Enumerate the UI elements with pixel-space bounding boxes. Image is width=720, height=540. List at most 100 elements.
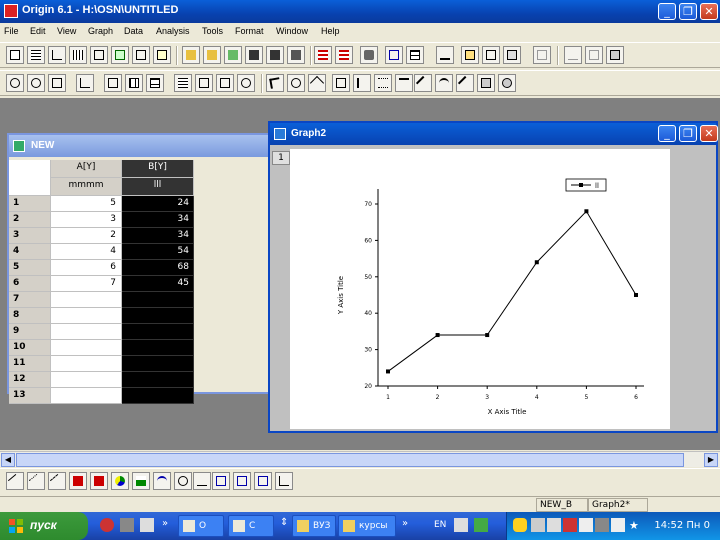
cell-b[interactable] bbox=[122, 308, 194, 324]
column-label-a[interactable]: mmmm bbox=[51, 178, 122, 196]
new-layout-button[interactable] bbox=[90, 46, 108, 64]
row-header[interactable]: 3 bbox=[9, 228, 51, 244]
scatter-plot-button[interactable] bbox=[27, 472, 45, 490]
row-header[interactable]: 12 bbox=[9, 372, 51, 388]
row-header[interactable]: 7 bbox=[9, 292, 51, 308]
cell-a[interactable]: 2 bbox=[51, 228, 122, 244]
minimize-button[interactable]: _ bbox=[658, 3, 676, 20]
new-graph-button[interactable] bbox=[48, 46, 66, 64]
graph-maximize-button[interactable]: ❐ bbox=[679, 125, 697, 142]
cell-b[interactable]: 45 bbox=[122, 276, 194, 292]
line-symbol-plot-button[interactable] bbox=[48, 472, 66, 490]
layer-1-tab[interactable]: 1 bbox=[272, 151, 290, 165]
text-tool-button[interactable] bbox=[395, 74, 413, 92]
graph-title-bar[interactable]: Graph2 _ ❐ ✕ bbox=[270, 123, 718, 145]
start-button[interactable]: пуск bbox=[0, 512, 88, 540]
scroll-thumb[interactable] bbox=[16, 453, 684, 467]
row-header[interactable]: 4 bbox=[9, 244, 51, 260]
graph-minimize-button[interactable]: _ bbox=[658, 125, 676, 142]
menu-tools[interactable]: Tools bbox=[202, 26, 223, 36]
tray-icon-2[interactable] bbox=[547, 518, 561, 532]
language-indicator[interactable]: EN bbox=[434, 520, 446, 530]
cell-b[interactable] bbox=[122, 324, 194, 340]
line-chart[interactable]: 1 2 3 4 5 6 20 30 40 50 60 70 X Axis Title Y Axis Tit… bbox=[290, 149, 670, 429]
export-button[interactable] bbox=[287, 46, 305, 64]
scroll-right-arrow[interactable]: ▶ bbox=[704, 453, 718, 467]
taskbar-item-vuz[interactable]: ВУЗ bbox=[292, 515, 336, 537]
menu-data[interactable]: Data bbox=[124, 26, 143, 36]
area-plot-button[interactable] bbox=[132, 472, 150, 490]
new-notes-button[interactable] bbox=[153, 46, 171, 64]
taskbar-item-origin[interactable]: O bbox=[178, 515, 224, 537]
cell-a[interactable]: 6 bbox=[51, 260, 122, 276]
import-ascii-button[interactable] bbox=[314, 46, 332, 64]
circle-tool-button[interactable] bbox=[498, 74, 516, 92]
draw-data-button[interactable] bbox=[374, 74, 392, 92]
open-excel-button[interactable] bbox=[224, 46, 242, 64]
worksheet-title-bar[interactable]: NEW bbox=[9, 135, 273, 157]
row-header[interactable]: 11 bbox=[9, 356, 51, 372]
cell-b[interactable]: 54 bbox=[122, 244, 194, 260]
layer-icons-button[interactable] bbox=[216, 74, 234, 92]
new-legend-button[interactable] bbox=[174, 74, 192, 92]
cell-b[interactable]: 34 bbox=[122, 212, 194, 228]
screen-reader-button[interactable] bbox=[308, 74, 326, 92]
new-excel-button[interactable] bbox=[111, 46, 129, 64]
add-column-button[interactable] bbox=[533, 46, 551, 64]
origin-app-icon[interactable] bbox=[4, 4, 18, 18]
save-template-button[interactable] bbox=[266, 46, 284, 64]
cell-a[interactable] bbox=[51, 340, 122, 356]
menu-help[interactable]: Help bbox=[321, 26, 340, 36]
cell-b[interactable]: 24 bbox=[122, 196, 194, 212]
quicklaunch-disk-icon[interactable] bbox=[140, 518, 154, 532]
vector-plot-button[interactable] bbox=[212, 472, 230, 490]
cell-a[interactable]: 3 bbox=[51, 212, 122, 228]
cell-a[interactable]: 7 bbox=[51, 276, 122, 292]
open-button[interactable] bbox=[182, 46, 200, 64]
line-plot-button[interactable] bbox=[6, 472, 24, 490]
color-scale-button[interactable] bbox=[195, 74, 213, 92]
menu-analysis[interactable]: Analysis bbox=[156, 26, 190, 36]
column-plot-button[interactable] bbox=[69, 472, 87, 490]
save-project-button[interactable] bbox=[245, 46, 263, 64]
flag-icon[interactable] bbox=[563, 518, 577, 532]
cell-b[interactable]: 68 bbox=[122, 260, 194, 276]
cell-b[interactable] bbox=[122, 292, 194, 308]
waterfall-plot-button[interactable] bbox=[254, 472, 272, 490]
high-low-plot-button[interactable] bbox=[233, 472, 251, 490]
project-explorer-button[interactable] bbox=[461, 46, 479, 64]
cell-b[interactable] bbox=[122, 388, 194, 404]
corner-cell[interactable] bbox=[9, 160, 51, 196]
refresh-button[interactable] bbox=[385, 46, 403, 64]
line-tool-button[interactable] bbox=[456, 74, 474, 92]
volume-icon[interactable] bbox=[611, 518, 625, 532]
taskbar-item-kursy[interactable]: курсы bbox=[338, 515, 396, 537]
tray-icon-1[interactable] bbox=[531, 518, 545, 532]
quicklaunch-browser-icon[interactable] bbox=[100, 518, 114, 532]
new-function-button[interactable] bbox=[132, 46, 150, 64]
cell-a[interactable] bbox=[51, 388, 122, 404]
tray-icon-4[interactable] bbox=[595, 518, 609, 532]
cell-a[interactable]: 4 bbox=[51, 244, 122, 260]
tray-icon-3[interactable] bbox=[579, 518, 593, 532]
open-template-button[interactable] bbox=[203, 46, 221, 64]
menu-graph[interactable]: Graph bbox=[88, 26, 113, 36]
whole-page-button[interactable] bbox=[48, 74, 66, 92]
pointer-tool-button[interactable] bbox=[266, 74, 284, 92]
paste-button[interactable] bbox=[606, 46, 624, 64]
curved-arrow-button[interactable] bbox=[435, 74, 453, 92]
menu-edit[interactable]: Edit bbox=[30, 26, 46, 36]
code-builder-button[interactable] bbox=[503, 46, 521, 64]
zoom-in-page-button[interactable] bbox=[6, 74, 24, 92]
rescale-button[interactable] bbox=[76, 74, 94, 92]
cell-a[interactable] bbox=[51, 356, 122, 372]
row-header[interactable]: 6 bbox=[9, 276, 51, 292]
pie-chart-button[interactable] bbox=[111, 472, 129, 490]
star-tray-icon[interactable]: ★ bbox=[629, 519, 639, 532]
menu-window[interactable]: Window bbox=[276, 26, 308, 36]
cell-a[interactable]: 5 bbox=[51, 196, 122, 212]
taskbar-chevron-icon[interactable]: » bbox=[402, 518, 408, 529]
quicklaunch-app-icon[interactable] bbox=[120, 518, 134, 532]
row-header[interactable]: 9 bbox=[9, 324, 51, 340]
cell-b[interactable] bbox=[122, 356, 194, 372]
